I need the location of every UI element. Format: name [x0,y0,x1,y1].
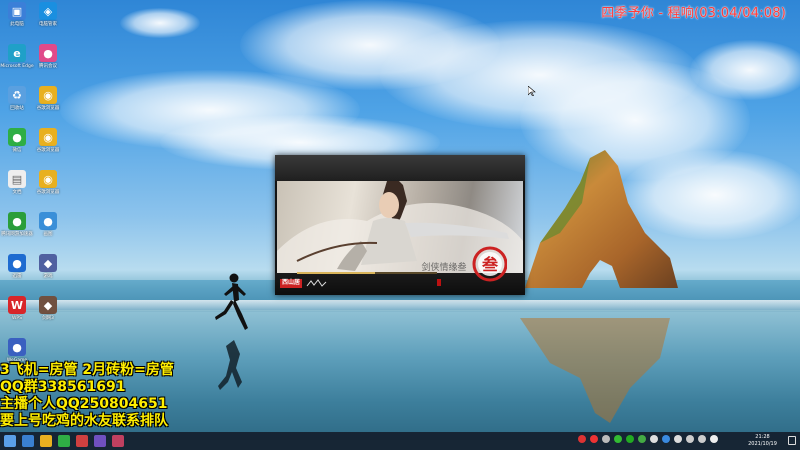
desktop-icon-label: 腾讯网游加速器 [1,232,33,237]
desktop-icon-computer[interactable]: ▣ 此电脑 [2,2,32,27]
tray-icon[interactable] [650,435,658,443]
desktop-icon-recycle-bin[interactable]: ♻ 回收站 [2,86,32,111]
desktop-icon-chrome[interactable]: ◉ 谷歌浏览器 [33,170,63,195]
app-icon: ● [8,338,26,356]
tray-icon[interactable] [626,435,634,443]
taskbar-app-icon[interactable] [58,435,70,447]
desktop-icon-game[interactable]: ◆ 游戏 [33,254,63,279]
desktop-icon-label: Microsoft Edge [0,64,34,69]
launcher-topbar[interactable] [275,155,525,181]
chrome-icon: ◉ [39,128,57,146]
runner-reflection [218,340,242,390]
rock-reflection [520,318,670,423]
overlay-line: 3飞机=房管 2月砖粉=房管 [0,362,174,378]
desktop-icon-edge[interactable]: e Microsoft Edge [0,44,34,69]
desktop-icon-label: 谷歌浏览器 [36,106,60,111]
overlay-line: 主播个人QQ250804651 [0,396,168,412]
app-icon: ● [39,212,57,230]
desktop-icon-label: 谷歌浏览器 [36,190,60,195]
tray-icon[interactable] [614,435,622,443]
notification-center-icon[interactable] [788,436,796,445]
game-icon: ◆ [39,254,57,272]
taskbar-app-icon[interactable] [76,435,88,447]
network-icon[interactable] [686,435,694,443]
desktop-icon-app[interactable]: ● 腾讯会议 [33,44,63,69]
runner-silhouette [215,273,248,330]
edge-icon: e [8,44,26,62]
app-icon: ● [8,212,26,230]
system-tray [578,435,718,443]
cloud [120,8,200,38]
chrome-icon: ◉ [39,170,57,188]
game-icon: ◆ [39,296,57,314]
recycle-bin-icon: ♻ [8,86,26,104]
desktop-icon-label: 画图 [43,232,53,237]
clock-date: 2021/10/19 [748,441,777,447]
desktop-icon-app[interactable]: ● 微信 [2,128,32,153]
desktop-icon-label: 此电脑 [10,22,24,27]
desktop-icon-label: 腾讯会议 [39,64,57,69]
desktop-icon-chrome[interactable]: ◉ 谷歌浏览器 [33,128,63,153]
mouse-cursor-icon [528,86,536,96]
chrome-icon: ◉ [39,86,57,104]
taskbar: 21:28 2021/10/19 [0,432,800,450]
app-icon: ● [8,254,26,272]
desktop-icon-file[interactable]: ▤ 文档 [2,170,32,195]
taskbar-app-icon[interactable] [94,435,106,447]
taskbar-pinned-apps [4,435,124,447]
desktop-icon-label: WPS [11,316,23,321]
desktop-icon-chrome[interactable]: ◉ 谷歌浏览器 [33,86,63,111]
app-icon: ● [8,128,26,146]
desktop-icon-app[interactable]: ● 迅雷 [2,254,32,279]
cloud [690,40,800,100]
tray-icon[interactable] [578,435,586,443]
start-button[interactable] [4,435,16,447]
volume-icon[interactable] [698,435,706,443]
desktop-icon-label: 回收站 [10,106,24,111]
sea-rock [525,150,678,288]
app-icon: ● [39,44,57,62]
desktop-icon-wps[interactable]: W WPS [2,296,32,321]
desktop-icon-label: 剑网3 [42,316,54,321]
now-playing-overlay: 四季予你 - 程响(03:04/04:08) [601,6,786,21]
shield-icon: ◈ [39,2,57,20]
desktop-icon-app[interactable]: ● WeGame [2,338,32,363]
desktop-icon-app[interactable]: ● 画图 [33,212,63,237]
ime-icon[interactable] [710,435,718,443]
desktop-icon-label: 游戏 [43,274,53,279]
tray-icon[interactable] [674,435,682,443]
desktop-icon-label: 电脑管家 [39,22,57,27]
computer-icon: ▣ [8,2,26,20]
desktop-icon-label: 谷歌浏览器 [36,148,60,153]
taskbar-app-icon[interactable] [22,435,34,447]
desktop-icon-app[interactable]: ● 腾讯网游加速器 [1,212,33,237]
stream-overlay-text: 3飞机=房管 2月砖粉=房管 QQ群338561691 主播个人QQ250804… [0,362,174,430]
taskbar-app-icon[interactable] [112,435,124,447]
tray-icon[interactable] [602,435,610,443]
game-title-logo: 叁 剑侠情缘叁 [421,246,507,282]
launcher-small-badge [437,279,441,286]
desktop-icon-label: 文档 [12,190,22,195]
desktop-icon-label: 微信 [12,148,22,153]
svg-text:剑侠情缘叁: 剑侠情缘叁 [421,261,466,273]
desktop-icon-game[interactable]: ◆ 剑网3 [33,296,63,321]
overlay-line: 要上号吃鸡的水友联系排队 [0,413,168,429]
taskbar-app-icon[interactable] [40,435,52,447]
tray-icon[interactable] [590,435,598,443]
tray-icon[interactable] [662,435,670,443]
taskbar-clock[interactable]: 21:28 2021/10/19 [740,434,785,448]
wps-icon: W [8,296,26,314]
publisher-logo: 西山居 [280,279,303,288]
desktop-icon-shield[interactable]: ◈ 电脑管家 [33,2,63,27]
desktop-icon-label: 迅雷 [12,274,22,279]
publisher-sub-logo [306,279,328,292]
clock-time: 21:28 [755,434,770,440]
tray-icon[interactable] [638,435,646,443]
svg-text:叁: 叁 [481,255,499,274]
file-icon: ▤ [8,170,26,188]
overlay-line: QQ群338561691 [0,379,126,395]
